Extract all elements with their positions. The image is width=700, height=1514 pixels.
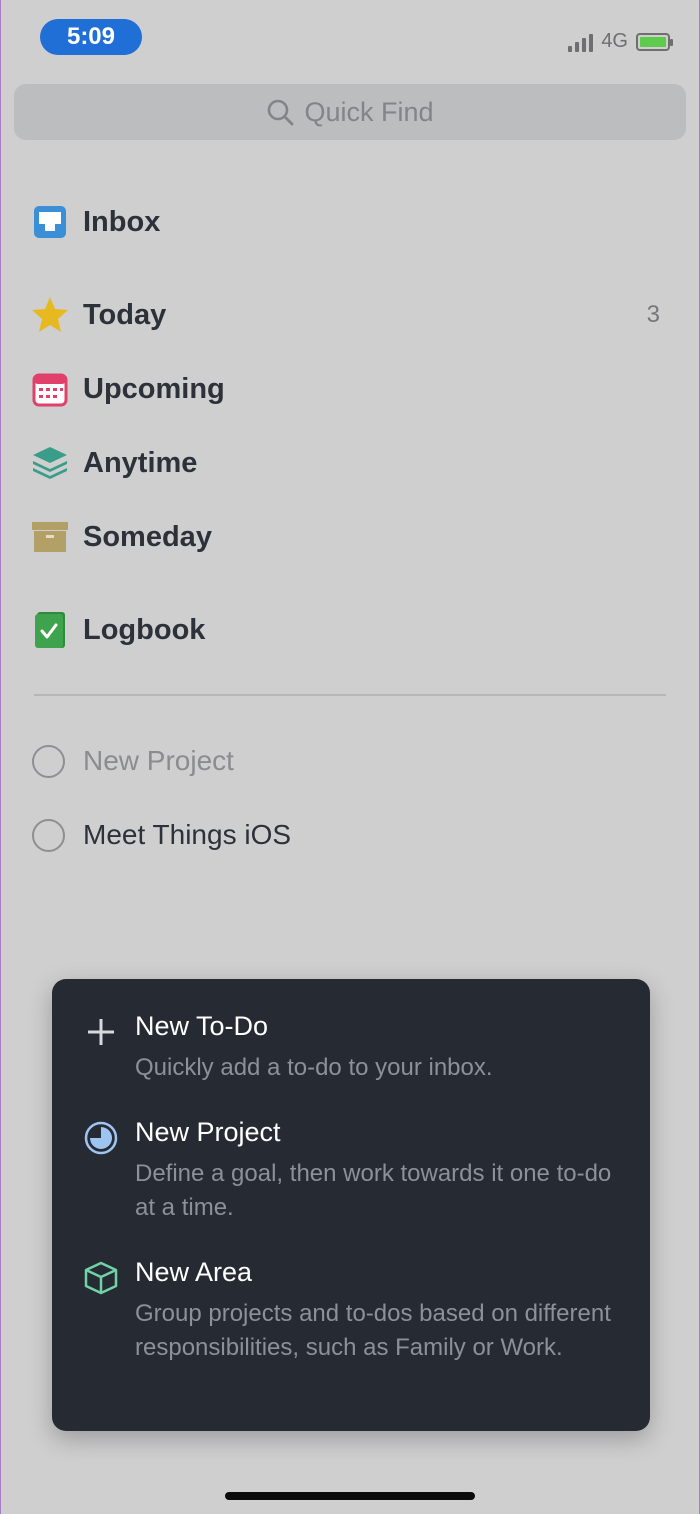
plus-icon: [82, 1013, 120, 1051]
today-count-badge: 3: [646, 301, 660, 328]
area-cube-icon: [82, 1259, 120, 1297]
cellular-signal-icon: [568, 32, 594, 52]
project-pie-icon: [82, 1119, 120, 1157]
menu-item-title: New Area: [135, 1257, 253, 1287]
layers-icon: [30, 443, 70, 483]
sidebar-item-today[interactable]: Today 3: [30, 290, 670, 340]
sidebar-item-logbook[interactable]: Logbook: [30, 605, 670, 655]
network-type: 4G: [601, 30, 628, 52]
inbox-icon: [30, 202, 70, 242]
new-item-menu: New To-Do Quickly add a to-do to your in…: [52, 979, 650, 1431]
menu-item-new-project[interactable]: New Project Define a goal, then work tow…: [82, 1117, 642, 1227]
star-icon: [30, 295, 70, 335]
search-icon: [268, 99, 294, 126]
sidebar-item-label: Today: [83, 298, 167, 331]
battery-icon: [636, 32, 673, 51]
menu-item-new-todo[interactable]: New To-Do Quickly add a to-do to your in…: [82, 1011, 642, 1091]
menu-item-title: New Project: [135, 1117, 281, 1147]
sidebar-item-anytime[interactable]: Anytime: [30, 438, 670, 488]
sidebar-item-upcoming[interactable]: Upcoming: [30, 364, 670, 414]
status-indicators: 4G: [568, 30, 673, 53]
sidebar-item-inbox[interactable]: Inbox: [30, 197, 670, 247]
archive-box-icon: [30, 517, 70, 557]
sidebar-item-label: Inbox: [83, 205, 161, 238]
project-label: New Project: [83, 745, 234, 776]
project-progress-icon: [32, 818, 65, 852]
project-progress-icon: [32, 744, 65, 778]
sidebar-item-label: Anytime: [83, 446, 198, 479]
search-placeholder: Quick Find: [304, 96, 434, 127]
project-label: Meet Things iOS: [83, 819, 292, 850]
menu-item-description: Group projects and to-dos based on diffe…: [135, 1300, 611, 1361]
project-item[interactable]: Meet Things iOS: [32, 810, 291, 860]
logbook-icon: [30, 610, 70, 650]
calendar-icon: [30, 369, 70, 409]
sidebar-item-label: Logbook: [83, 613, 206, 646]
menu-item-description: Define a goal, then work towards it one …: [135, 1160, 612, 1221]
project-item[interactable]: New Project: [32, 736, 234, 786]
section-divider: [34, 694, 666, 696]
status-time[interactable]: 5:09: [40, 19, 142, 55]
home-indicator[interactable]: [225, 1492, 475, 1500]
quick-find-search[interactable]: Quick Find: [14, 84, 686, 140]
sidebar-item-label: Upcoming: [83, 372, 225, 405]
menu-item-description: Quickly add a to-do to your inbox.: [135, 1054, 493, 1081]
menu-item-new-area[interactable]: New Area Group projects and to-dos based…: [82, 1257, 642, 1397]
sidebar-item-someday[interactable]: Someday: [30, 512, 670, 562]
menu-item-title: New To-Do: [135, 1011, 269, 1041]
sidebar-item-label: Someday: [83, 520, 212, 553]
left-frame-edge: [0, 0, 1, 1514]
